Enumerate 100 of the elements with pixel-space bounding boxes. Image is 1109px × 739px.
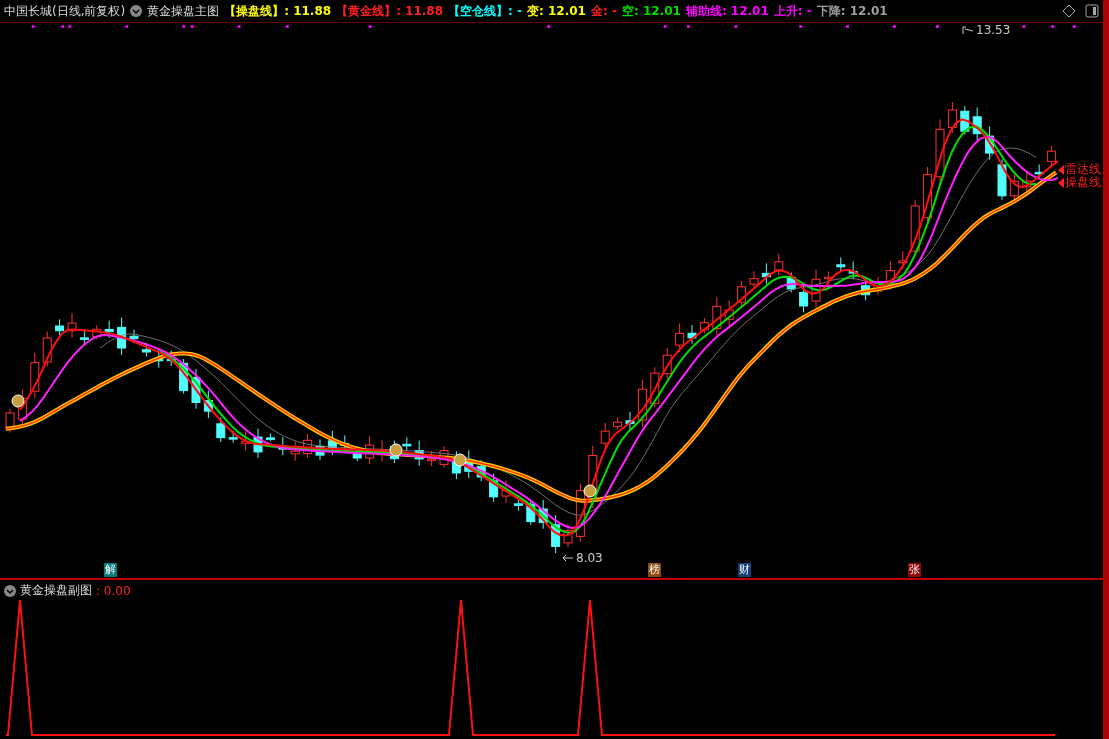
event-marker[interactable]: 榜 [648,563,661,577]
candlestick [873,276,883,296]
candlestick [253,428,263,459]
candlestick [823,271,833,284]
candlestick [278,436,288,456]
coin-icon [389,443,403,457]
candlestick [1047,145,1057,166]
candlestick [848,261,858,280]
low-price-label: 8.03 [576,551,603,565]
candlestick [203,390,213,419]
candlestick [600,422,610,450]
candlestick [960,105,970,136]
candlestick [774,253,784,277]
candlestick [786,271,796,293]
indicator-legend-item: 【空仓线】: - [448,2,523,20]
candlestick [265,433,275,442]
candlestick [191,368,201,410]
coin-icon [453,453,467,467]
coin-icon [11,394,25,408]
diamond-icon[interactable] [1062,4,1076,18]
indicator-legend-item: 【黄金线】: 11.88 [336,2,444,20]
candlestick [972,107,982,141]
candlestick [489,473,499,503]
candlestick [476,459,486,482]
candlestick [5,408,15,434]
candlestick [563,523,573,548]
candlestick [30,352,40,399]
indicator-name: 黄金操盘主图 [147,2,220,20]
candlestick [575,482,585,542]
candlestick [427,450,437,467]
collapse-icon[interactable] [4,584,16,597]
candlestick [935,118,945,185]
candlestick [315,438,325,461]
candlestick [687,324,697,345]
coin-icon [583,484,597,498]
candlestick [923,166,933,224]
event-marker[interactable]: 张 [908,563,921,577]
candlestick [551,514,561,554]
candlestick [699,317,709,334]
candlestick [637,379,647,428]
candlestick [675,322,685,353]
candlestick [228,430,238,444]
indicator-legend-item: 变: 12.01 [527,2,586,20]
candlestick [526,499,536,526]
candlestick [241,431,251,451]
high-price-label: 13.53 [976,23,1011,37]
candlestick [303,433,313,459]
candlestick [439,445,449,469]
candlestick [79,328,89,346]
candlestick [749,270,759,290]
candlestick [55,318,65,336]
candlestick [662,347,672,380]
indicator-legend-item: 辅助线: 12.01 [685,2,769,20]
candlestick [92,324,102,340]
candlestick [166,350,176,367]
candlestick [1034,164,1044,180]
candlestick [650,366,660,408]
sub-chart-title: 黄金操盘副图 [20,582,92,599]
candlestick [104,320,114,339]
indicator-legend-item: 金: - [590,2,617,20]
candlestick [501,480,511,504]
pointer-arrow-icon [562,554,574,562]
candlestick [414,440,424,467]
candlestick [811,269,821,309]
candlestick [985,126,995,161]
candlestick [737,280,747,307]
indicator-legend-item: 上升: - [773,2,812,20]
candlestick [1009,173,1019,202]
candlestick [365,435,375,465]
candlestick [67,312,77,339]
candlestick [724,299,734,327]
candlestick [625,411,635,431]
event-marker[interactable]: 解 [104,563,117,577]
candlestick [947,101,957,134]
line-label: 雷达线 [1065,163,1101,176]
candlestick [290,441,300,462]
candlestick [836,256,846,273]
flag-icon [1058,164,1064,175]
indicator-legend-item: 【操盘线】: 11.88 [224,2,332,20]
panel-toggle-icon[interactable] [1085,4,1099,18]
candlestick [327,430,337,456]
candlestick [712,296,722,336]
line-label: 操盘线 [1065,176,1101,189]
candlestick [42,330,52,368]
candlestick [538,499,548,530]
candlestick [761,262,771,285]
event-marker[interactable]: 财 [738,563,751,577]
candlestick [613,417,623,431]
sub-chart-value: : 0.00 [96,583,131,598]
candlestick [402,436,412,452]
candlestick [216,416,226,443]
security-title: 中国长城(日线,前复权) [4,2,126,20]
candlestick [997,158,1007,201]
indicator-legend-item: 空: 12.01 [621,2,681,20]
pointer-arrow-icon [962,25,974,35]
flag-icon [1058,177,1064,188]
candlestick [898,250,908,270]
collapse-icon[interactable] [130,5,143,17]
indicator-legend-item: 下降: 12.01 [816,2,888,20]
candlestick [117,317,127,356]
